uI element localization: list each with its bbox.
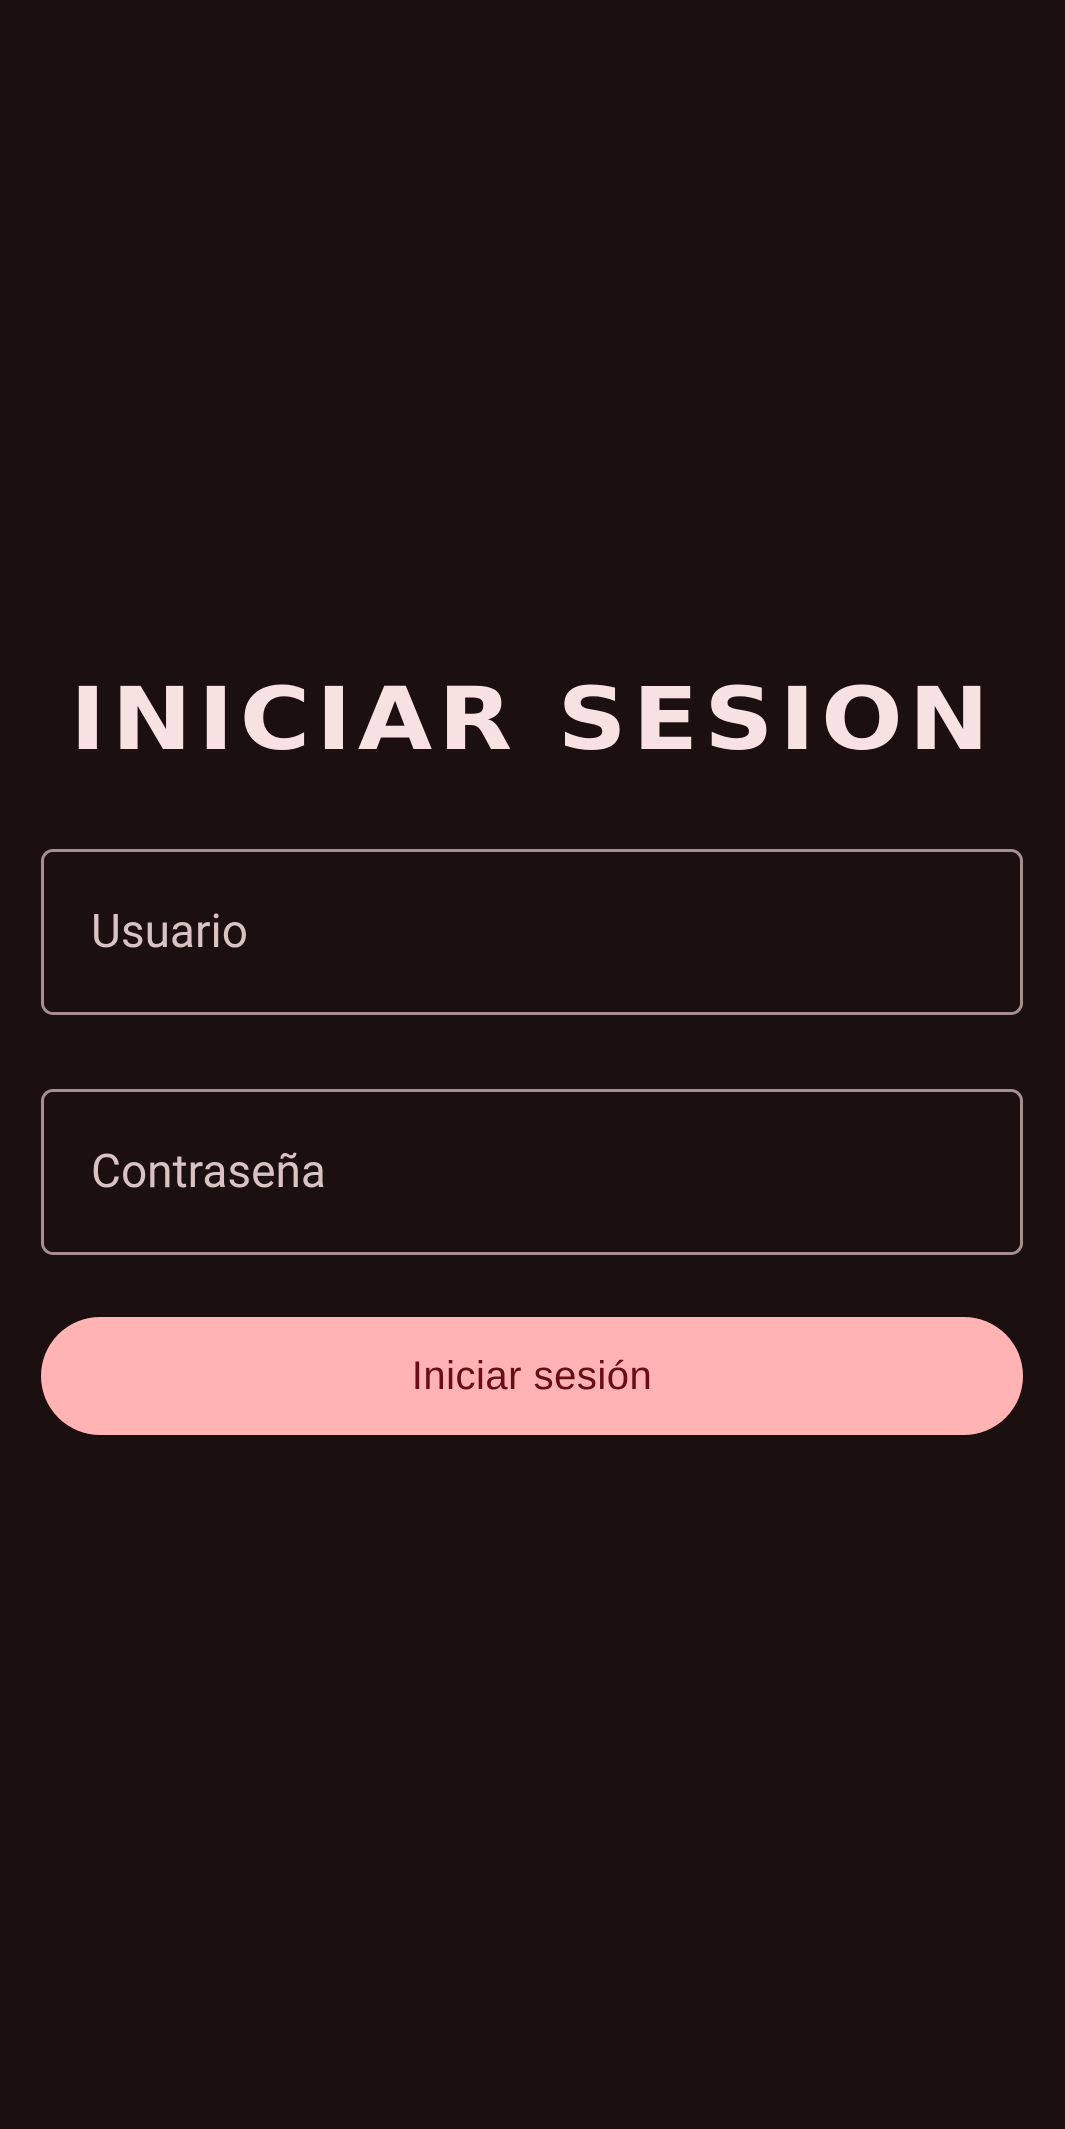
login-button-label: Iniciar sesión: [411, 1353, 653, 1398]
login-screen: INICIAR SESION Iniciar sesión: [0, 0, 1065, 2129]
username-field[interactable]: [41, 849, 1023, 1015]
password-input[interactable]: [44, 1092, 1020, 1252]
password-field[interactable]: [41, 1089, 1023, 1255]
username-input[interactable]: [44, 852, 1020, 1012]
page-title: INICIAR SESION: [69, 668, 996, 770]
login-button[interactable]: Iniciar sesión: [41, 1317, 1023, 1435]
